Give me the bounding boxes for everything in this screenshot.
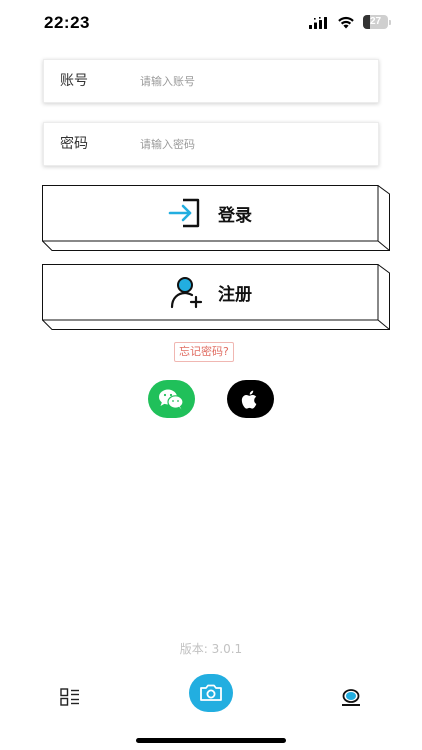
battery-level-text: 27 xyxy=(369,16,382,27)
wechat-icon xyxy=(159,389,184,410)
login-icon xyxy=(168,198,200,228)
wechat-login-button[interactable] xyxy=(148,380,195,418)
profile-icon[interactable] xyxy=(341,687,361,707)
cellular-signal-icon xyxy=(309,17,327,29)
battery-cap xyxy=(389,20,391,25)
account-input[interactable] xyxy=(140,70,360,92)
password-input[interactable] xyxy=(140,133,360,155)
register-button[interactable]: 注册 xyxy=(42,264,390,330)
account-field: 账号 xyxy=(43,59,379,103)
add-user-icon xyxy=(170,277,203,309)
password-field: 密码 xyxy=(43,122,379,166)
register-label: 注册 xyxy=(218,284,252,305)
login-button-content: 登录 xyxy=(42,185,378,241)
login-button[interactable]: 登录 xyxy=(42,185,390,251)
status-bar: 22:23 27 xyxy=(0,0,422,46)
password-label: 密码 xyxy=(60,136,88,152)
battery-indicator: 27 xyxy=(363,15,391,29)
apple-login-button[interactable] xyxy=(227,380,274,418)
wifi-icon xyxy=(338,16,354,29)
camera-button[interactable] xyxy=(189,674,233,712)
status-time: 22:23 xyxy=(44,13,90,32)
forgot-password-link[interactable]: 忘记密码? xyxy=(174,342,234,362)
login-label: 登录 xyxy=(218,205,252,226)
account-label: 账号 xyxy=(60,73,88,89)
apple-icon xyxy=(241,390,257,409)
battery-body: 27 xyxy=(363,15,388,29)
home-indicator xyxy=(136,738,286,743)
register-button-content: 注册 xyxy=(42,264,378,320)
version-text: 版本: 3.0.1 xyxy=(179,642,243,656)
list-icon[interactable] xyxy=(60,688,80,706)
camera-icon xyxy=(200,684,222,701)
